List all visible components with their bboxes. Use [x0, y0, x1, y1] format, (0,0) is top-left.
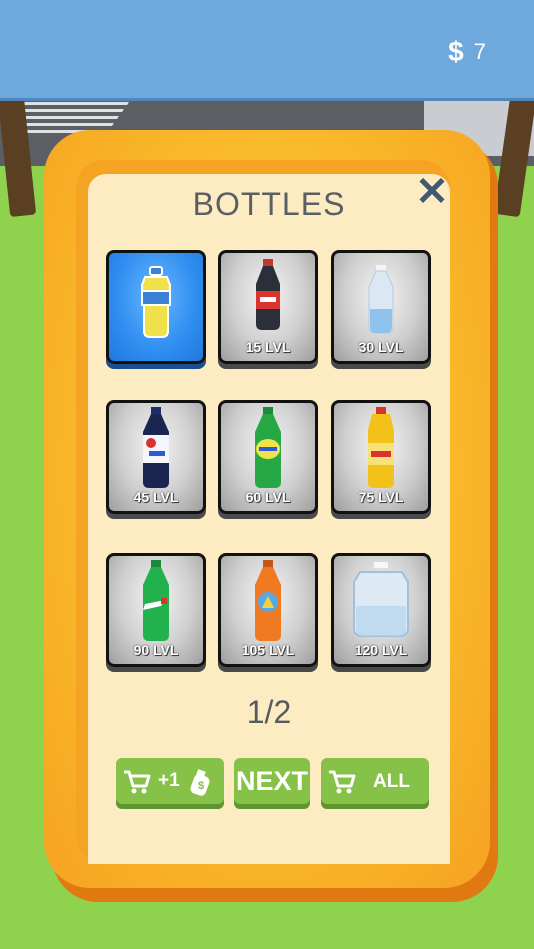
bottle-level-label: 75 LVL	[358, 489, 404, 505]
bottle-level-label: 105 LVL	[241, 642, 295, 658]
bottle-tile-yellow-blue[interactable]	[106, 250, 206, 364]
buy-one-label: +1	[158, 770, 180, 791]
bottle-tile-green-lemon[interactable]: 90 LVL	[106, 553, 206, 667]
bottle-tile-yellow-juice[interactable]: 75 LVL	[331, 400, 431, 514]
bottle-level-label: 90 LVL	[133, 642, 179, 658]
next-button[interactable]: NEXT	[234, 758, 310, 804]
cart-icon	[124, 770, 151, 794]
yellow-blue-bottle-icon	[141, 266, 171, 338]
page-indicator: 1/2	[246, 694, 292, 730]
money-value: 7	[473, 39, 486, 64]
panel-title: BOTTLES	[192, 186, 346, 222]
coin-icon: $	[190, 769, 210, 796]
dollar-icon: $	[448, 36, 464, 67]
money-counter: $ 7	[448, 36, 486, 68]
bottle-tile-blue-soda[interactable]: 45 LVL	[106, 400, 206, 514]
bottle-tile-water-jug[interactable]: 120 LVL	[331, 553, 431, 667]
buy-one-button[interactable]: +1 $	[116, 758, 224, 804]
bottle-tile-orange-soda[interactable]: 105 LVL	[218, 553, 318, 667]
bottle-tile-cola[interactable]: 15 LVL	[218, 250, 318, 364]
bottle-level-label: 15 LVL	[245, 339, 291, 355]
buy-all-label: ALL	[373, 771, 410, 792]
svg-text:$: $	[198, 780, 204, 792]
bottle-level-label: 60 LVL	[245, 489, 291, 505]
bottle-tile-green-soda[interactable]: 60 LVL	[218, 400, 318, 514]
close-icon[interactable]: ✕	[412, 170, 452, 214]
bottle-level-label: 45 LVL	[133, 489, 179, 505]
bottle-level-label: 30 LVL	[358, 339, 404, 355]
cart-icon	[329, 770, 356, 794]
bottle-tile-clear-water[interactable]: 30 LVL	[331, 250, 431, 364]
top-hud-bar: $ 7	[0, 0, 534, 101]
bottle-level-label: 120 LVL	[354, 642, 408, 658]
buy-all-button[interactable]: ALL	[321, 758, 429, 804]
